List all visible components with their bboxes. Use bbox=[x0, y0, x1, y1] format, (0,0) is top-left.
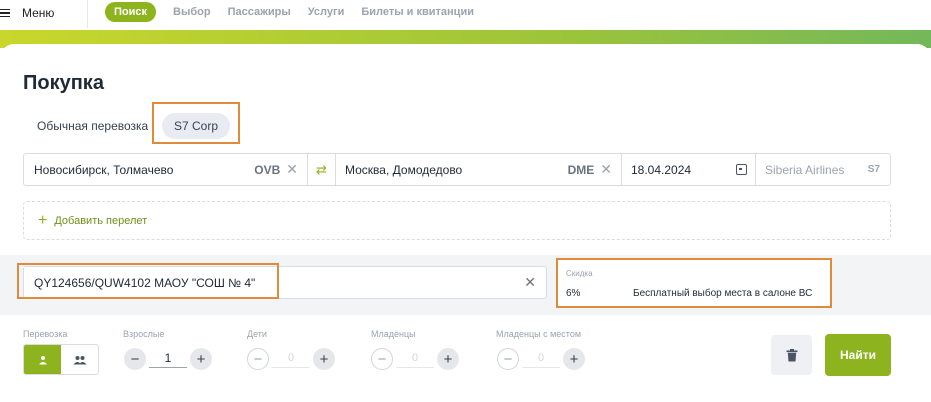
adults-stepper: − 1 + bbox=[124, 348, 212, 370]
code-highlight-box bbox=[17, 263, 279, 299]
minus-button[interactable]: − bbox=[371, 348, 393, 370]
purchase-type-normal[interactable]: Обычная перевозка bbox=[37, 113, 148, 139]
infants-label: Младенцы bbox=[371, 329, 416, 339]
airline-code: S7 bbox=[867, 164, 880, 175]
corp-highlight-box bbox=[152, 102, 240, 144]
infants-seat-value[interactable]: 0 bbox=[522, 350, 560, 368]
children-value[interactable]: 0 bbox=[272, 350, 310, 368]
menu-label: Меню bbox=[22, 6, 55, 20]
minus-button[interactable]: − bbox=[247, 348, 269, 370]
calendar-icon[interactable] bbox=[736, 164, 747, 175]
plus-icon: + bbox=[38, 211, 48, 229]
discount-box: Скидка 6% Бесплатный выбор места в салон… bbox=[556, 258, 832, 308]
infants-seat-label: Младенцы с местом bbox=[496, 329, 582, 339]
children-label: Дети bbox=[247, 329, 267, 339]
adults-label: Взрослые bbox=[123, 329, 165, 339]
close-icon[interactable]: ✕ bbox=[600, 161, 612, 178]
plus-button[interactable]: + bbox=[190, 348, 212, 370]
transport-toggle bbox=[23, 344, 99, 375]
tab-passengers[interactable]: Пассажиры bbox=[228, 2, 291, 22]
tab-search[interactable]: Поиск bbox=[105, 2, 157, 22]
nav-tabs: Поиск Выбор Пассажиры Услуги Билеты и кв… bbox=[105, 2, 491, 22]
transport-label: Перевозка bbox=[23, 329, 68, 339]
children-stepper: − 0 + bbox=[247, 348, 335, 370]
nav-divider bbox=[87, 0, 88, 28]
infants-stepper: − 0 + bbox=[371, 348, 459, 370]
menu-button[interactable]: Меню bbox=[0, 4, 54, 22]
from-city: Новосибирск, Толмачево bbox=[34, 162, 174, 177]
route-row: Новосибирск, Толмачево OVB ✕ ⇄ Москва, Д… bbox=[23, 153, 891, 186]
infants-value[interactable]: 0 bbox=[396, 350, 434, 368]
close-icon[interactable]: ✕ bbox=[286, 161, 298, 178]
discount-percent: 6% bbox=[566, 288, 581, 299]
airline-field[interactable]: Siberia Airlines S7 bbox=[756, 154, 890, 185]
close-icon[interactable]: ✕ bbox=[524, 274, 536, 291]
plus-button[interactable]: + bbox=[313, 348, 335, 370]
tab-select[interactable]: Выбор bbox=[173, 2, 211, 22]
from-code: OVB bbox=[254, 162, 281, 177]
date-value: 18.04.2024 bbox=[631, 162, 692, 177]
menu-icon bbox=[0, 8, 10, 18]
to-field[interactable]: Москва, Домодедово DME ✕ bbox=[336, 154, 622, 185]
add-flight-button[interactable]: + Добавить перелет bbox=[23, 201, 891, 240]
discount-label: Скидка bbox=[566, 269, 593, 278]
plus-button[interactable]: + bbox=[563, 348, 585, 370]
airline-name: Siberia Airlines bbox=[765, 162, 845, 177]
find-button[interactable]: Найти bbox=[825, 334, 891, 376]
date-field[interactable]: 18.04.2024 bbox=[622, 154, 756, 185]
discount-description: Бесплатный выбор места в салоне ВС bbox=[633, 288, 813, 299]
group-icon[interactable] bbox=[61, 345, 98, 374]
add-flight-label: Добавить перелет bbox=[54, 214, 148, 227]
top-navigation: Меню Поиск Выбор Пассажиры Услуги Билеты… bbox=[0, 0, 931, 30]
swap-icon[interactable]: ⇄ bbox=[308, 154, 336, 185]
adults-value[interactable]: 1 bbox=[149, 350, 187, 368]
minus-button[interactable]: − bbox=[124, 348, 146, 370]
tab-services[interactable]: Услуги bbox=[308, 2, 345, 22]
minus-button[interactable]: − bbox=[497, 348, 519, 370]
from-field[interactable]: Новосибирск, Толмачево OVB ✕ bbox=[24, 154, 308, 185]
trash-icon[interactable] bbox=[771, 335, 812, 375]
infants-seat-stepper: − 0 + bbox=[497, 348, 585, 370]
tab-tickets[interactable]: Билеты и квитанции bbox=[361, 2, 474, 22]
person-icon[interactable] bbox=[24, 345, 61, 374]
to-city: Москва, Домодедово bbox=[345, 162, 463, 177]
page-title: Покупка bbox=[23, 72, 104, 94]
plus-button[interactable]: + bbox=[437, 348, 459, 370]
to-code: DME bbox=[567, 162, 595, 177]
